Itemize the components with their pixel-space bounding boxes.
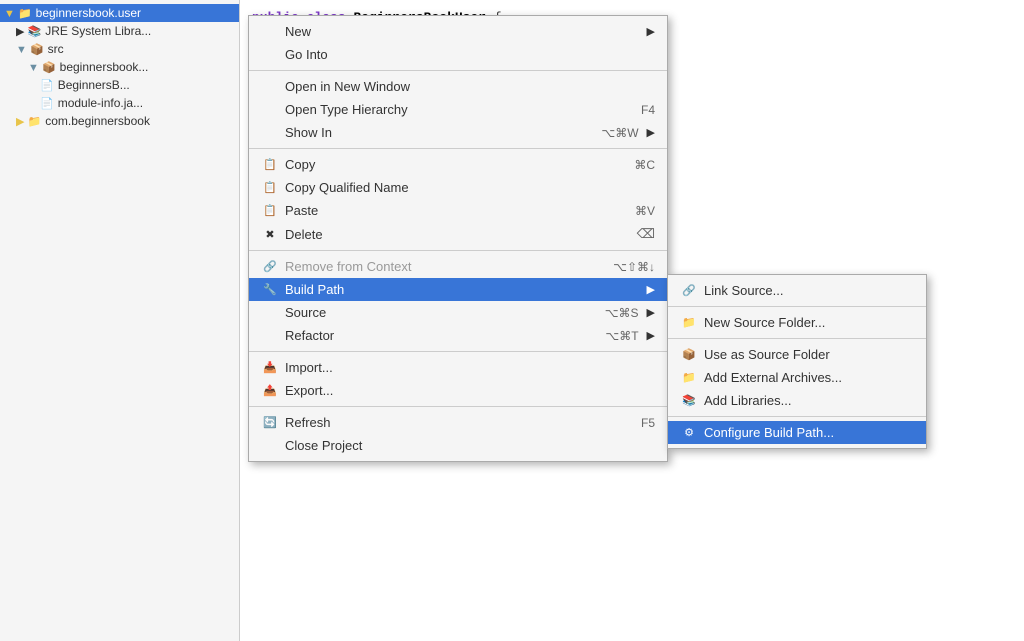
package-icon-2: ▼ 📦 (28, 61, 56, 74)
separator-3 (249, 250, 667, 251)
folder-icon: ▼ 📁 (4, 7, 32, 20)
src-label: src (48, 42, 64, 56)
menu-item-open-new-window[interactable]: Open in New Window (249, 75, 667, 98)
module-label: module-info.ja... (58, 96, 143, 110)
submenu-item-use-as-source[interactable]: 📦 Use as Source Folder (668, 343, 926, 366)
menu-item-export[interactable]: 📤 Export... (249, 379, 667, 402)
export-icon: 📤 (261, 384, 279, 397)
new-source-folder-icon: 📁 (680, 316, 698, 329)
link-source-icon: 🔗 (680, 284, 698, 297)
com-label: com.beginnersbook (45, 114, 150, 128)
menu-item-build-path[interactable]: 🔧 Build Path ▶ 🔗 Link Source... 📁 New So… (249, 278, 667, 301)
refresh-icon: 🔄 (261, 416, 279, 429)
submenu-item-link-source[interactable]: 🔗 Link Source... (668, 279, 926, 302)
project-label: beginnersbook.user (36, 6, 141, 20)
delete-icon: ✖ (261, 228, 279, 241)
menu-item-copy[interactable]: 📋 Copy ⌘C (249, 153, 667, 176)
menu-item-refresh[interactable]: 🔄 Refresh F5 (249, 411, 667, 434)
build-path-icon: 🔧 (261, 283, 279, 296)
menu-item-paste[interactable]: 📋 Paste ⌘V (249, 199, 667, 222)
submenu-item-configure-build-path[interactable]: ⚙ Configure Build Path... (668, 421, 926, 444)
submenu-item-add-libraries[interactable]: 📚 Add Libraries... (668, 389, 926, 412)
sidebar-item-jre[interactable]: ▶ 📚 JRE System Libra... (0, 22, 239, 40)
separator-5 (249, 406, 667, 407)
build-path-submenu: 🔗 Link Source... 📁 New Source Folder... … (667, 274, 927, 449)
project-explorer: ▼ 📁 beginnersbook.user ▶ 📚 JRE System Li… (0, 0, 240, 641)
copy-icon: 📋 (261, 158, 279, 171)
menu-item-go-into[interactable]: Go Into (249, 43, 667, 66)
submenu-separator-3 (668, 416, 926, 417)
add-libraries-icon: 📚 (680, 394, 698, 407)
menu-item-import[interactable]: 📥 Import... (249, 356, 667, 379)
context-menu: New ▶ Go Into Open in New Window Open Ty… (248, 15, 668, 462)
menu-item-new[interactable]: New ▶ (249, 20, 667, 43)
menu-item-source[interactable]: Source ⌥⌘S ▶ (249, 301, 667, 324)
sidebar-item-src[interactable]: ▼ 📦 src (0, 40, 239, 58)
submenu-separator-1 (668, 306, 926, 307)
java-icon: 📄 (40, 79, 54, 92)
jre-icon: ▶ 📚 (16, 25, 41, 38)
add-archives-icon: 📁 (680, 371, 698, 384)
menu-item-refactor[interactable]: Refactor ⌥⌘T ▶ (249, 324, 667, 347)
submenu-item-new-source-folder[interactable]: 📁 New Source Folder... (668, 311, 926, 334)
sidebar-item-com[interactable]: ▶ 📁 com.beginnersbook (0, 112, 239, 130)
paste-icon: 📋 (261, 204, 279, 217)
package-icon: ▼ 📦 (16, 43, 44, 56)
com-folder-icon: ▶ 📁 (16, 115, 41, 128)
menu-item-show-in[interactable]: Show In ⌥⌘W ▶ (249, 121, 667, 144)
use-as-source-icon: 📦 (680, 348, 698, 361)
menu-item-open-type-hierarchy[interactable]: Open Type Hierarchy F4 (249, 98, 667, 121)
sidebar-item-class[interactable]: 📄 BeginnersB... (0, 76, 239, 94)
separator-2 (249, 148, 667, 149)
separator-4 (249, 351, 667, 352)
configure-build-path-icon: ⚙ (680, 426, 698, 439)
jre-label: JRE System Libra... (45, 24, 151, 38)
sidebar-item-package[interactable]: ▼ 📦 beginnersbook... (0, 58, 239, 76)
submenu-separator-2 (668, 338, 926, 339)
separator-1 (249, 70, 667, 71)
menu-item-remove-from-context[interactable]: 🔗 Remove from Context ⌥⇧⌘↓ (249, 255, 667, 278)
menu-item-copy-qualified[interactable]: 📋 Copy Qualified Name (249, 176, 667, 199)
sidebar-item-module[interactable]: 📄 module-info.ja... (0, 94, 239, 112)
copy-qualified-icon: 📋 (261, 181, 279, 194)
menu-item-delete[interactable]: ✖ Delete ⌫ (249, 222, 667, 246)
package-label: beginnersbook... (60, 60, 149, 74)
submenu-item-add-external-archives[interactable]: 📁 Add External Archives... (668, 366, 926, 389)
import-icon: 📥 (261, 361, 279, 374)
sidebar-item-project[interactable]: ▼ 📁 beginnersbook.user (0, 4, 239, 22)
class-label: BeginnersB... (58, 78, 130, 92)
module-icon: 📄 (40, 97, 54, 110)
remove-context-icon: 🔗 (261, 260, 279, 273)
menu-item-close-project[interactable]: Close Project (249, 434, 667, 457)
